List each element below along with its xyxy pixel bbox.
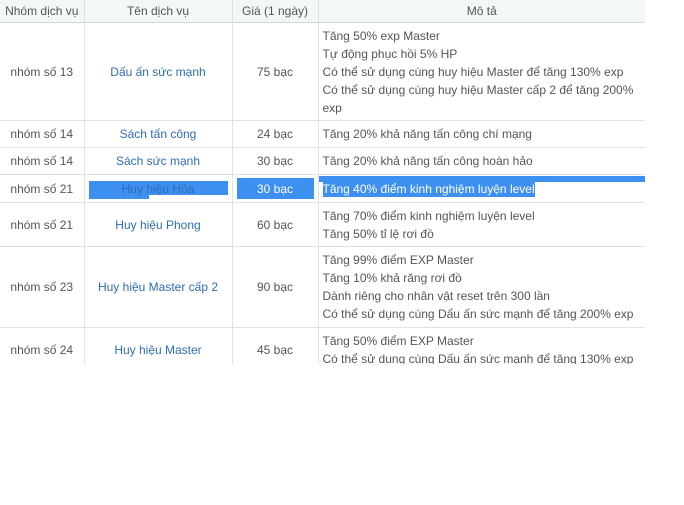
description-line: Có thể sử dụng cùng huy hiệu Master cấp …	[322, 82, 634, 97]
header-description: Mô tả	[318, 0, 645, 23]
service-cell: Dấu ấn sức mạnh	[84, 22, 233, 121]
description-line: Tự động phục hồi 5% HP	[322, 46, 458, 61]
description-line: Tăng 99% điểm EXP Master	[322, 253, 474, 267]
price-cell: 75 bạc	[232, 22, 319, 121]
description-cell: Tăng 20% khả năng tấn công hoàn hảo	[318, 147, 645, 175]
group-cell: nhóm số 21	[0, 202, 85, 247]
service-cell: Huy hiệu Master cấp 2	[84, 246, 233, 328]
description-line: Tăng 50% exp Master	[322, 28, 440, 43]
table-row: nhóm số 24 Huy hiệu Master 45 bạc Tăng 5…	[0, 327, 645, 365]
header-group: Nhóm dịch vụ	[0, 0, 85, 23]
price-cell: 45 bạc	[232, 327, 319, 364]
header-service: Tên dịch vụ	[84, 0, 233, 23]
table-row: nhóm số 14 Sách tấn công 24 bạc Tăng 20%…	[0, 120, 645, 148]
price-label: 30 bạc	[256, 181, 294, 196]
service-table: Nhóm dịch vụ Tên dịch vụ Giá (1 ngày) Mô…	[0, 0, 645, 364]
description-line: Tăng 20% khả năng tấn công chí mạng	[322, 127, 532, 141]
description-line: Dành riêng cho nhân vật reset trên 300 l…	[322, 289, 550, 303]
description-line: Có thể sử dụng cùng Dấu ấn sức mạnh để t…	[322, 307, 634, 321]
service-link[interactable]: Sách tấn công	[120, 127, 197, 141]
price-cell: 24 bạc	[232, 120, 319, 148]
price-cell: 90 bạc	[232, 246, 319, 328]
price-cell: 30 bạc	[232, 174, 319, 203]
group-cell: nhóm số 14	[0, 120, 85, 148]
table-row: nhóm số 14 Sách sức mạnh 30 bạc Tăng 20%…	[0, 147, 645, 175]
description-line: Tăng 20% khả năng tấn công hoàn hảo	[322, 154, 533, 168]
group-cell: nhóm số 13	[0, 22, 85, 121]
description-cell: Tăng 50% điểm EXP Master Có thể sử dụng …	[318, 327, 645, 365]
description-cell: Tăng 50% exp Master Tự động phục hồi 5% …	[318, 22, 645, 121]
service-cell: Sách tấn công	[84, 120, 233, 148]
description-line: Tăng 70% điểm kinh nghiệm luyện level	[322, 208, 535, 223]
service-cell: Huy hiệu Phong	[84, 202, 233, 247]
description-line: Tăng 50% tỉ lệ rơi đồ	[322, 226, 434, 241]
service-link[interactable]: Dấu ấn sức mạnh	[110, 65, 205, 79]
service-link[interactable]: Sách sức mạnh	[116, 154, 200, 168]
description-cell: Tăng 99% điểm EXP Master Tăng 10% khả ră…	[318, 246, 645, 328]
description-line: Tăng 50% điểm EXP Master	[322, 333, 474, 348]
service-link[interactable]: Huy hiệu Hỏa	[122, 182, 195, 196]
table-row: nhóm số 21 Huy hiệu Phong 60 bạc Tăng 70…	[0, 202, 645, 247]
service-cell: Sách sức mạnh	[84, 147, 233, 175]
price-cell: 60 bạc	[232, 202, 319, 247]
description-line: Tăng 10% khả răng rơi đồ	[322, 271, 462, 285]
service-table-container: Nhóm dịch vụ Tên dịch vụ Giá (1 ngày) Mô…	[0, 0, 645, 364]
table-row: nhóm số 13 Dấu ấn sức mạnh 75 bạc Tăng 5…	[0, 22, 645, 121]
service-link[interactable]: Huy hiệu Phong	[115, 218, 200, 232]
description-line: Tăng 40% điểm kinh nghiệm luyện level	[322, 180, 535, 197]
description-cell: Tăng 20% khả năng tấn công chí mạng	[318, 120, 645, 148]
header-price: Giá (1 ngày)	[232, 0, 319, 23]
table-row-selected: nhóm số 21 Huy hiệu Hỏa 30 bạc Tăng 40% …	[0, 174, 645, 203]
description-line: Có thể sử dụng cùng Dấu ấn sức mạnh để t…	[322, 351, 634, 365]
group-cell: nhóm số 24	[0, 327, 85, 364]
description-line: exp	[322, 100, 342, 115]
table-header-row: Nhóm dịch vụ Tên dịch vụ Giá (1 ngày) Mô…	[0, 0, 645, 23]
group-cell: nhóm số 21	[0, 174, 85, 203]
service-link[interactable]: Huy hiệu Master cấp 2	[98, 280, 218, 294]
description-cell: Tăng 40% điểm kinh nghiệm luyện level	[318, 174, 645, 203]
table-row: nhóm số 23 Huy hiệu Master cấp 2 90 bạc …	[0, 246, 645, 328]
price-cell: 30 bạc	[232, 147, 319, 175]
group-cell: nhóm số 23	[0, 246, 85, 328]
service-cell: Huy hiệu Master	[84, 327, 233, 364]
description-cell: Tăng 70% điểm kinh nghiệm luyện level Tă…	[318, 202, 645, 247]
service-cell: Huy hiệu Hỏa	[84, 174, 233, 203]
service-link[interactable]: Huy hiệu Master	[114, 343, 201, 357]
group-cell: nhóm số 14	[0, 147, 85, 175]
description-line: Có thể sử dụng cùng huy hiệu Master để t…	[322, 64, 624, 79]
